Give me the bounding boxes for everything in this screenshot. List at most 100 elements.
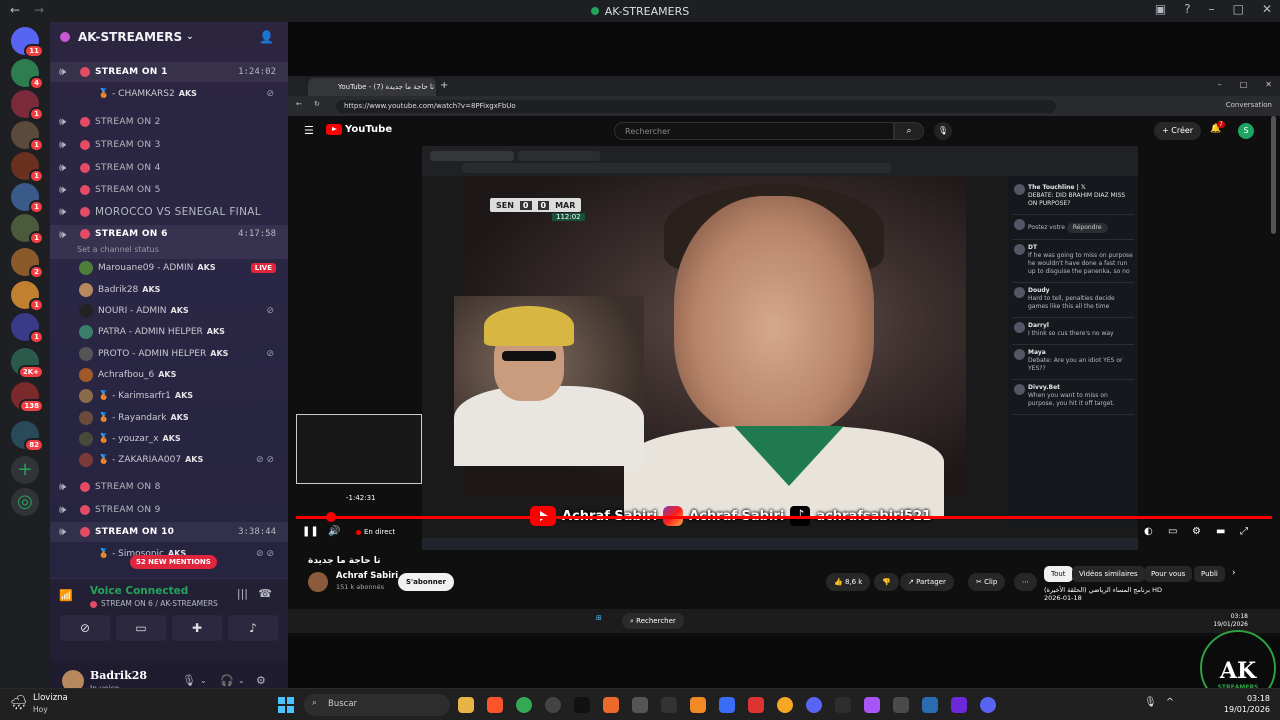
youtube-logo[interactable]: YouTube [326,124,392,135]
recommended-video[interactable]: برنامج المساء الرياضي (الحلقة الأخيرة) H… [1044,586,1162,602]
channel-stream-on-1[interactable]: 🕪 STREAM ON 1 1:24:02 [50,62,288,82]
live-indicator[interactable]: En direct [356,528,395,536]
add-user-icon[interactable]: 👤 [259,30,274,44]
headphones-icon[interactable]: 🎧 [220,674,234,687]
app-icon[interactable] [603,697,619,713]
channel-stream-on-6[interactable]: 🕪 STREAM ON 6 4:17:58 Set a channel stat… [50,225,288,259]
app-icon[interactable] [632,697,648,713]
back-arrow-icon[interactable]: ← [296,100,302,108]
server-icon[interactable]: 1 [11,183,44,214]
server-icon[interactable]: 82 [11,421,44,452]
voice-user[interactable]: Marouane09 - ADMIN AKS LIVE [50,258,288,278]
like-button[interactable]: 👍 8,6 k [826,573,871,591]
scrollbar[interactable] [1271,116,1276,234]
channel-stream-on-2[interactable]: 🕪 STREAM ON 2 [50,112,288,132]
settings-gear-icon[interactable]: ⚙ [256,674,266,687]
server-icon[interactable]: 138 [11,382,44,413]
new-tab-icon[interactable]: + [440,80,448,91]
settings-gear-icon[interactable]: ⚙ [1192,526,1201,537]
terminal-icon[interactable] [661,697,677,713]
microphone-icon[interactable]: 🎙 [1144,697,1157,708]
subtitles-icon[interactable]: ▭ [1168,526,1177,537]
voice-user[interactable]: PROTO - ADMIN HELPER AKS ⊘ [50,344,288,364]
chevron-down-icon[interactable]: ⌄ [200,676,207,685]
weather-label[interactable]: Llovizna [33,693,68,703]
channel-stream-on-8[interactable]: 🕪 STREAM ON 8 [50,477,288,497]
camera-button[interactable]: ⊘ [60,615,110,641]
weather-icon[interactable]: 🌧 [10,695,28,711]
file-explorer-icon[interactable] [458,697,474,713]
clip-button[interactable]: ✂ Clip [968,573,1006,591]
server-icon[interactable]: 1 [11,90,44,121]
tiktok-icon[interactable] [574,697,590,713]
app-icon[interactable] [835,697,851,713]
subscribe-button[interactable]: S'abonner [398,573,454,591]
soundboard-button[interactable]: ♪ [228,615,278,641]
new-mentions-pill[interactable]: 52 NEW MENTIONS [130,555,217,569]
channel-stream-on-10[interactable]: 🕪 STREAM ON 10 3:38:44 [50,522,288,542]
discover-icon[interactable]: ◎ [11,488,39,516]
discord-icon[interactable] [980,697,996,713]
server-icon[interactable]: 1 [11,214,44,245]
url-field[interactable]: https://www.youtube.com/watch?v=8PFixgxF… [336,100,1056,113]
dislike-button[interactable]: 👎 [874,573,899,591]
disconnect-icon[interactable]: ☎ [258,587,272,600]
taskbar-clock[interactable]: 03:18 19/01/2026 [1224,693,1270,715]
brave-browser-icon[interactable] [487,697,503,713]
chrome-icon[interactable] [516,697,532,713]
account-avatar[interactable]: S [1238,123,1254,139]
obs-icon[interactable] [545,697,561,713]
progress-bar[interactable] [296,512,1272,522]
forward-arrow-icon[interactable]: → [34,3,44,17]
video-player[interactable]: SEN 0 0 MAR 112:02 The Touchline | 𝕏 DEBATE:… [422,146,1138,550]
chevron-down-icon[interactable]: ⌄ [238,676,245,685]
microphone-icon[interactable]: 🎙 [182,674,196,687]
app-icon[interactable] [777,697,793,713]
voice-user[interactable]: 🥉 - CHAMKARS2 AKS ⊘ [50,84,288,104]
app-icon[interactable] [748,697,764,713]
voice-channel-info[interactable]: STREAM ON 6 / AK-STREAMERS [90,599,218,608]
chip-all[interactable]: Tout [1044,566,1073,582]
app-icon[interactable] [893,697,909,713]
taskbar-search-input[interactable]: ⌕ Buscar [304,694,450,716]
app-icon[interactable] [922,697,938,713]
fullscreen-icon[interactable]: ⤢ [1240,526,1248,537]
chip-published[interactable]: Publi [1194,566,1225,582]
maximize-icon[interactable]: □ [1240,80,1248,89]
chip-for-you[interactable]: Pour vous [1144,566,1193,582]
signal-icon[interactable]: 📶 [59,589,73,602]
discord-icon[interactable] [806,697,822,713]
app-icon[interactable] [719,697,735,713]
add-server-icon[interactable]: + [11,456,39,484]
voice-user[interactable]: 🥉 - Rayandark AKS [50,408,288,428]
server-icon[interactable]: 2 [11,248,44,279]
theater-mode-icon[interactable]: ▬ [1216,526,1225,537]
stream-viewer[interactable]: YouTube - تا حاجة ما جديدة (7) + – □ ✕ ← ↻… [288,22,1280,688]
channel-morocco-vs-senegal[interactable]: 🕪 MOROCCO VS SENEGAL FINAL [50,202,288,222]
channel-stream-on-5[interactable]: 🕪 STREAM ON 5 [50,180,288,200]
server-icon[interactable]: 1 [11,152,44,183]
activities-button[interactable]: ✚ [172,615,222,641]
vlc-icon[interactable] [690,697,706,713]
avatar[interactable] [308,572,328,592]
search-input[interactable]: Rechercher [614,122,894,140]
server-icon[interactable]: 4 [11,59,44,90]
close-icon[interactable]: ✕ [1265,80,1272,89]
channel-stream-on-9[interactable]: 🕪 STREAM ON 9 [50,500,288,520]
back-arrow-icon[interactable]: ← [10,3,20,17]
app-icon[interactable] [864,697,880,713]
conversation-button[interactable]: Conversation [1226,101,1272,109]
chevron-up-icon[interactable]: ^ [1166,697,1174,708]
pause-icon[interactable]: ❚❚ [302,526,319,537]
autoplay-toggle-icon[interactable]: ◐ [1144,526,1153,537]
help-icon[interactable]: ? [1184,2,1190,16]
minimize-icon[interactable]: – [1218,80,1222,89]
bell-icon[interactable]: 🔔 7 [1210,121,1225,134]
search-icon[interactable]: ⌕ [894,122,924,140]
voice-user[interactable]: 🥉 - Karimsarfr1 AKS [50,386,288,406]
voice-user[interactable]: PATRA - ADMIN HELPER AKS [50,322,288,342]
create-button[interactable]: + Créer [1154,122,1202,140]
voice-user[interactable]: 🥉 - ZAKARIAA007 AKS ⊘ ⊘ [50,450,288,470]
channel-status[interactable]: Set a channel status [77,245,159,254]
server-icon[interactable]: 1 [11,313,44,344]
